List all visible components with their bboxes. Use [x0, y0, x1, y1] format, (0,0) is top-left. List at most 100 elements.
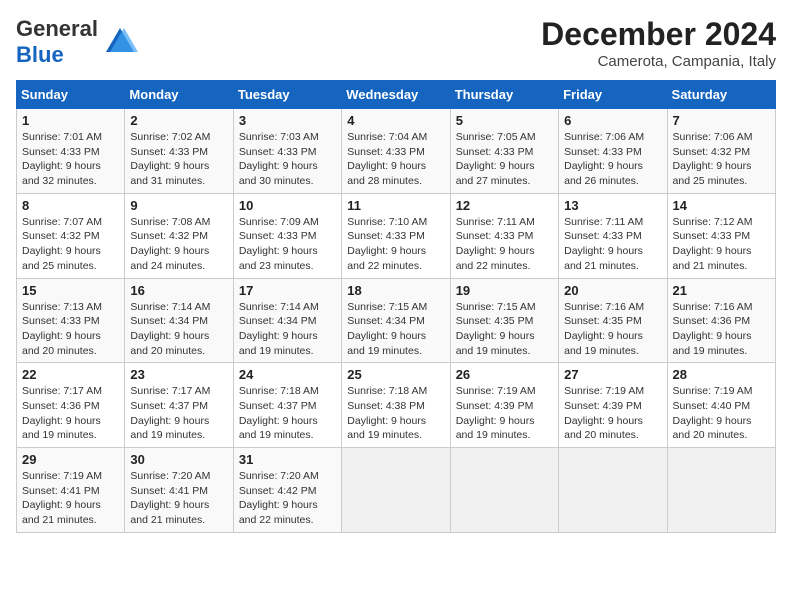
calendar-cell: 23Sunrise: 7:17 AMSunset: 4:37 PMDayligh… — [125, 363, 233, 448]
day-number: 13 — [564, 198, 661, 213]
calendar-cell: 9Sunrise: 7:08 AMSunset: 4:32 PMDaylight… — [125, 193, 233, 278]
calendar-cell — [450, 448, 558, 533]
calendar-cell — [559, 448, 667, 533]
calendar-cell: 17 Sunrise: 7:14 AMSunset: 4:34 PMDayligh… — [233, 278, 341, 363]
day-info: Sunrise: 7:13 AMSunset: 4:33 PMDaylight:… — [22, 300, 119, 359]
day-info: Sunrise: 7:17 AMSunset: 4:36 PMDaylight:… — [22, 384, 119, 443]
calendar-cell: 25Sunrise: 7:18 AMSunset: 4:38 PMDayligh… — [342, 363, 450, 448]
day-number: 29 — [22, 452, 119, 467]
day-number: 26 — [456, 367, 553, 382]
calendar-cell: 20Sunrise: 7:16 AMSunset: 4:35 PMDayligh… — [559, 278, 667, 363]
calendar-header-sunday: Sunday — [17, 81, 125, 109]
day-number: 19 — [456, 283, 553, 298]
calendar-cell: 18Sunrise: 7:15 AMSunset: 4:34 PMDayligh… — [342, 278, 450, 363]
month-title: December 2024 — [541, 16, 776, 53]
day-info: Sunrise: 7:08 AMSunset: 4:32 PMDaylight:… — [130, 215, 227, 274]
day-info: Sunrise: 7:20 AMSunset: 4:41 PMDaylight:… — [130, 469, 227, 528]
calendar-cell: 15 Sunrise: 7:13 AMSunset: 4:33 PMDayligh… — [17, 278, 125, 363]
day-info: Sunrise: 7:15 AMSunset: 4:35 PMDaylight:… — [456, 300, 553, 359]
day-info: Sunrise: 7:14 AMSunset: 4:34 PMDaylight:… — [239, 300, 336, 359]
day-info: Sunrise: 7:12 AMSunset: 4:33 PMDaylight:… — [673, 215, 770, 274]
day-number: 18 — [347, 283, 444, 298]
calendar-header-friday: Friday — [559, 81, 667, 109]
header: General Blue December 2024 Camerota, Cam… — [16, 16, 776, 70]
day-number: 12 — [456, 198, 553, 213]
calendar-cell: 12 Sunrise: 7:11 AMSunset: 4:33 PMDayligh… — [450, 193, 558, 278]
calendar-header-monday: Monday — [125, 81, 233, 109]
day-number: 28 — [673, 367, 770, 382]
calendar-cell: 21 Sunrise: 7:16 AMSunset: 4:36 PMDayligh… — [667, 278, 775, 363]
calendar-cell: 4 Sunrise: 7:04 AMSunset: 4:33 PMDaylight… — [342, 109, 450, 194]
calendar-cell: 6Sunrise: 7:06 AMSunset: 4:33 PMDaylight… — [559, 109, 667, 194]
day-info: Sunrise: 7:11 AMSunset: 4:33 PMDaylight:… — [564, 215, 661, 274]
calendar-cell: 13 Sunrise: 7:11 AMSunset: 4:33 PMDayligh… — [559, 193, 667, 278]
calendar-cell: 11 Sunrise: 7:10 AMSunset: 4:33 PMDayligh… — [342, 193, 450, 278]
calendar-cell: 29 Sunrise: 7:19 AMSunset: 4:41 PMDayligh… — [17, 448, 125, 533]
calendar-header-wednesday: Wednesday — [342, 81, 450, 109]
day-number: 7 — [673, 113, 770, 128]
logo-icon — [102, 24, 138, 60]
calendar-body: 1 Sunrise: 7:01 AMSunset: 4:33 PMDaylight… — [17, 109, 776, 533]
day-number: 5 — [456, 113, 553, 128]
day-info: Sunrise: 7:19 AMSunset: 4:39 PMDaylight:… — [564, 384, 661, 443]
day-number: 27 — [564, 367, 661, 382]
calendar-cell: 26Sunrise: 7:19 AMSunset: 4:39 PMDayligh… — [450, 363, 558, 448]
day-info: Sunrise: 7:14 AMSunset: 4:34 PMDaylight:… — [130, 300, 227, 359]
calendar-header-tuesday: Tuesday — [233, 81, 341, 109]
day-number: 4 — [347, 113, 444, 128]
day-info: Sunrise: 7:04 AMSunset: 4:33 PMDaylight:… — [347, 130, 444, 189]
calendar-cell: 10 Sunrise: 7:09 AMSunset: 4:33 PMDayligh… — [233, 193, 341, 278]
calendar-cell: 1 Sunrise: 7:01 AMSunset: 4:33 PMDaylight… — [17, 109, 125, 194]
calendar-table: SundayMondayTuesdayWednesdayThursdayFrid… — [16, 80, 776, 533]
calendar-cell: 31 Sunrise: 7:20 AMSunset: 4:42 PMDayligh… — [233, 448, 341, 533]
day-info: Sunrise: 7:06 AMSunset: 4:32 PMDaylight:… — [673, 130, 770, 189]
day-info: Sunrise: 7:16 AMSunset: 4:35 PMDaylight:… — [564, 300, 661, 359]
day-number: 15 — [22, 283, 119, 298]
day-info: Sunrise: 7:02 AMSunset: 4:33 PMDaylight:… — [130, 130, 227, 189]
day-info: Sunrise: 7:01 AMSunset: 4:33 PMDaylight:… — [22, 130, 119, 189]
day-number: 31 — [239, 452, 336, 467]
day-number: 3 — [239, 113, 336, 128]
day-number: 2 — [130, 113, 227, 128]
day-info: Sunrise: 7:20 AMSunset: 4:42 PMDaylight:… — [239, 469, 336, 528]
calendar-cell: 3 Sunrise: 7:03 AMSunset: 4:33 PMDaylight… — [233, 109, 341, 194]
day-number: 1 — [22, 113, 119, 128]
day-number: 21 — [673, 283, 770, 298]
day-info: Sunrise: 7:10 AMSunset: 4:33 PMDaylight:… — [347, 215, 444, 274]
day-number: 11 — [347, 198, 444, 213]
logo: General Blue — [16, 16, 138, 68]
day-info: Sunrise: 7:19 AMSunset: 4:41 PMDaylight:… — [22, 469, 119, 528]
day-info: Sunrise: 7:03 AMSunset: 4:33 PMDaylight:… — [239, 130, 336, 189]
calendar-cell: 14 Sunrise: 7:12 AMSunset: 4:33 PMDayligh… — [667, 193, 775, 278]
calendar-cell: 7 Sunrise: 7:06 AMSunset: 4:32 PMDaylight… — [667, 109, 775, 194]
day-number: 10 — [239, 198, 336, 213]
location-title: Camerota, Campania, Italy — [541, 53, 776, 70]
calendar-cell — [667, 448, 775, 533]
day-number: 22 — [22, 367, 119, 382]
logo-blue: Blue — [16, 42, 64, 67]
day-number: 30 — [130, 452, 227, 467]
day-number: 24 — [239, 367, 336, 382]
calendar-header-thursday: Thursday — [450, 81, 558, 109]
calendar-cell: 19 Sunrise: 7:15 AMSunset: 4:35 PMDayligh… — [450, 278, 558, 363]
calendar-cell: 8Sunrise: 7:07 AMSunset: 4:32 PMDaylight… — [17, 193, 125, 278]
day-number: 14 — [673, 198, 770, 213]
day-number: 23 — [130, 367, 227, 382]
day-number: 6 — [564, 113, 661, 128]
logo-general: General — [16, 16, 98, 41]
day-info: Sunrise: 7:05 AMSunset: 4:33 PMDaylight:… — [456, 130, 553, 189]
day-number: 8 — [22, 198, 119, 213]
calendar-cell — [342, 448, 450, 533]
calendar-cell: 27 Sunrise: 7:19 AMSunset: 4:39 PMDayligh… — [559, 363, 667, 448]
day-info: Sunrise: 7:19 AMSunset: 4:40 PMDaylight:… — [673, 384, 770, 443]
day-info: Sunrise: 7:09 AMSunset: 4:33 PMDaylight:… — [239, 215, 336, 274]
day-number: 17 — [239, 283, 336, 298]
day-info: Sunrise: 7:18 AMSunset: 4:38 PMDaylight:… — [347, 384, 444, 443]
calendar-cell: 28 Sunrise: 7:19 AMSunset: 4:40 PMDayligh… — [667, 363, 775, 448]
day-info: Sunrise: 7:11 AMSunset: 4:33 PMDaylight:… — [456, 215, 553, 274]
calendar-cell: 24Sunrise: 7:18 AMSunset: 4:37 PMDayligh… — [233, 363, 341, 448]
calendar-header-row: SundayMondayTuesdayWednesdayThursdayFrid… — [17, 81, 776, 109]
day-info: Sunrise: 7:16 AMSunset: 4:36 PMDaylight:… — [673, 300, 770, 359]
calendar-week-5: 29 Sunrise: 7:19 AMSunset: 4:41 PMDayligh… — [17, 448, 776, 533]
calendar-week-1: 1 Sunrise: 7:01 AMSunset: 4:33 PMDaylight… — [17, 109, 776, 194]
